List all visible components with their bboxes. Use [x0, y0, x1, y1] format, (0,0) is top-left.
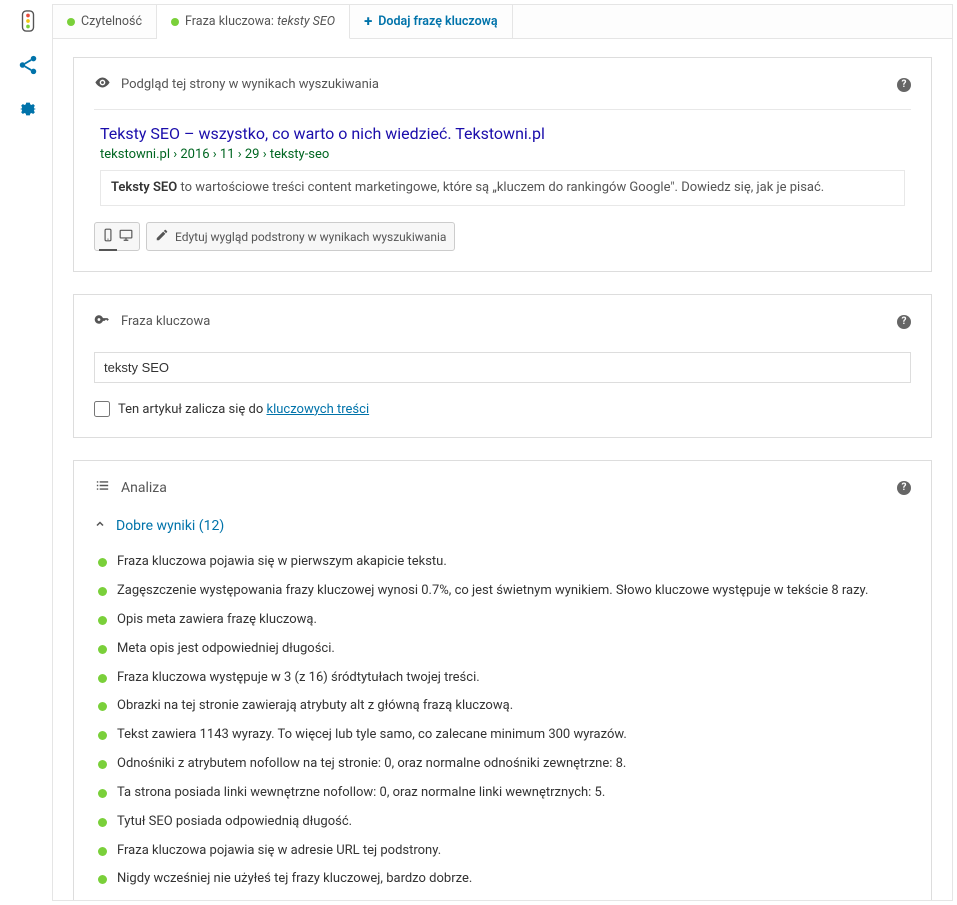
device-toggle[interactable]: [94, 222, 140, 251]
list-item: Zagęszczenie występowania frazy kluczowe…: [98, 577, 911, 606]
snippet-title[interactable]: Teksty SEO – wszystko, co warto o nich w…: [100, 124, 905, 143]
status-dot-icon: [67, 18, 75, 26]
plus-icon: +: [364, 14, 372, 29]
list-item: Fraza kluczowa występuje w 3 (z 16) śród…: [98, 664, 911, 693]
section-heading: Fraza kluczowa: [121, 314, 210, 329]
status-dot-icon: [98, 558, 107, 567]
mobile-icon: [101, 228, 115, 245]
snippet-description: Teksty SEO to wartościowe treści content…: [100, 170, 905, 206]
status-dot-icon: [98, 674, 107, 683]
list-item: Meta opis jest odpowiedniej długości.: [98, 635, 911, 664]
list-item: Tytuł SEO posiada odpowiednią długość.: [98, 808, 911, 837]
desktop-icon: [119, 228, 133, 245]
section-heading: Podgląd tej strony w wynikach wyszukiwan…: [121, 77, 379, 92]
status-dot-icon: [98, 731, 107, 740]
chevron-up-icon: [94, 518, 106, 534]
list-item: Fraza kluczowa pojawia się w adresie URL…: [98, 837, 911, 866]
list-item: Ta strona posiada linki wewnętrzne nofol…: [98, 779, 911, 808]
help-icon[interactable]: ?: [897, 315, 911, 329]
cornerstone-row[interactable]: Ten artykuł zalicza się do kluczowych tr…: [94, 401, 911, 417]
search-snippet: Teksty SEO – wszystko, co warto o nich w…: [94, 109, 911, 208]
help-icon[interactable]: ?: [897, 481, 911, 495]
good-results-toggle[interactable]: Dobre wyniki (12): [94, 518, 911, 534]
keyword-card: Fraza kluczowa ? Ten artykuł zalicza się…: [73, 294, 932, 438]
list-item: Odnośniki z atrybutem nofollow na tej st…: [98, 750, 911, 779]
status-dot-icon: [98, 702, 107, 711]
plugin-sidebar: [4, 4, 52, 901]
tab-label: Fraza kluczowa: teksty SEO: [185, 14, 335, 29]
section-heading: Analiza: [121, 480, 167, 496]
edit-snippet-button[interactable]: Edytuj wygląd podstrony w wynikach wyszu…: [146, 222, 455, 251]
status-dot-icon: [98, 587, 107, 596]
key-icon: [94, 311, 111, 332]
status-dot-icon: [98, 616, 107, 625]
status-dot-icon: [171, 18, 179, 26]
tab-add-keyword[interactable]: + Dodaj frazę kluczową: [350, 5, 513, 38]
collapse-label: Dobre wyniki (12): [116, 518, 224, 534]
list-item: Opis meta zawiera frazę kluczową.: [98, 606, 911, 635]
list-icon: [94, 477, 111, 498]
status-dot-icon: [98, 760, 107, 769]
gear-icon[interactable]: [17, 98, 39, 124]
cornerstone-link[interactable]: kluczowych treści: [266, 402, 369, 417]
tab-bar: Czytelność Fraza kluczowa: teksty SEO + …: [53, 5, 952, 39]
list-item: Nigdy wcześniej nie użyłeś tej frazy klu…: [98, 865, 911, 894]
status-dot-icon: [98, 645, 107, 654]
help-icon[interactable]: ?: [897, 78, 911, 92]
seo-metabox: Czytelność Fraza kluczowa: teksty SEO + …: [52, 4, 953, 901]
status-dot-icon: [98, 789, 107, 798]
eye-icon: [94, 74, 111, 95]
analysis-results-list: Fraza kluczowa pojawia się w pierwszym a…: [94, 548, 911, 894]
list-item: Tekst zawiera 1143 wyrazy. To więcej lub…: [98, 721, 911, 750]
status-dot-icon: [98, 847, 107, 856]
snippet-url: tekstowni.pl › 2016 › 11 › 29 › teksty-s…: [100, 147, 905, 162]
status-dot-icon: [98, 875, 107, 884]
analysis-card: Analiza ? Dobre wyniki (12) Fraza kluczo…: [73, 460, 932, 900]
tab-keyword[interactable]: Fraza kluczowa: teksty SEO: [157, 5, 350, 39]
list-item: Obrazki na tej stronie zawierają atrybut…: [98, 692, 911, 721]
pencil-icon: [155, 228, 169, 245]
cornerstone-checkbox[interactable]: [94, 401, 110, 417]
status-dot-icon: [98, 818, 107, 827]
share-icon[interactable]: [17, 54, 39, 80]
tab-label: Dodaj frazę kluczową: [378, 14, 497, 29]
button-label: Edytuj wygląd podstrony w wynikach wyszu…: [175, 230, 446, 244]
tab-readability[interactable]: Czytelność: [53, 5, 157, 38]
snippet-preview-card: Podgląd tej strony w wynikach wyszukiwan…: [73, 57, 932, 272]
checkbox-label: Ten artykuł zalicza się do kluczowych tr…: [118, 402, 369, 417]
list-item: Fraza kluczowa pojawia się w pierwszym a…: [98, 548, 911, 577]
keyword-input[interactable]: [94, 352, 911, 383]
tab-label: Czytelność: [81, 14, 142, 29]
traffic-light-icon[interactable]: [17, 10, 39, 36]
